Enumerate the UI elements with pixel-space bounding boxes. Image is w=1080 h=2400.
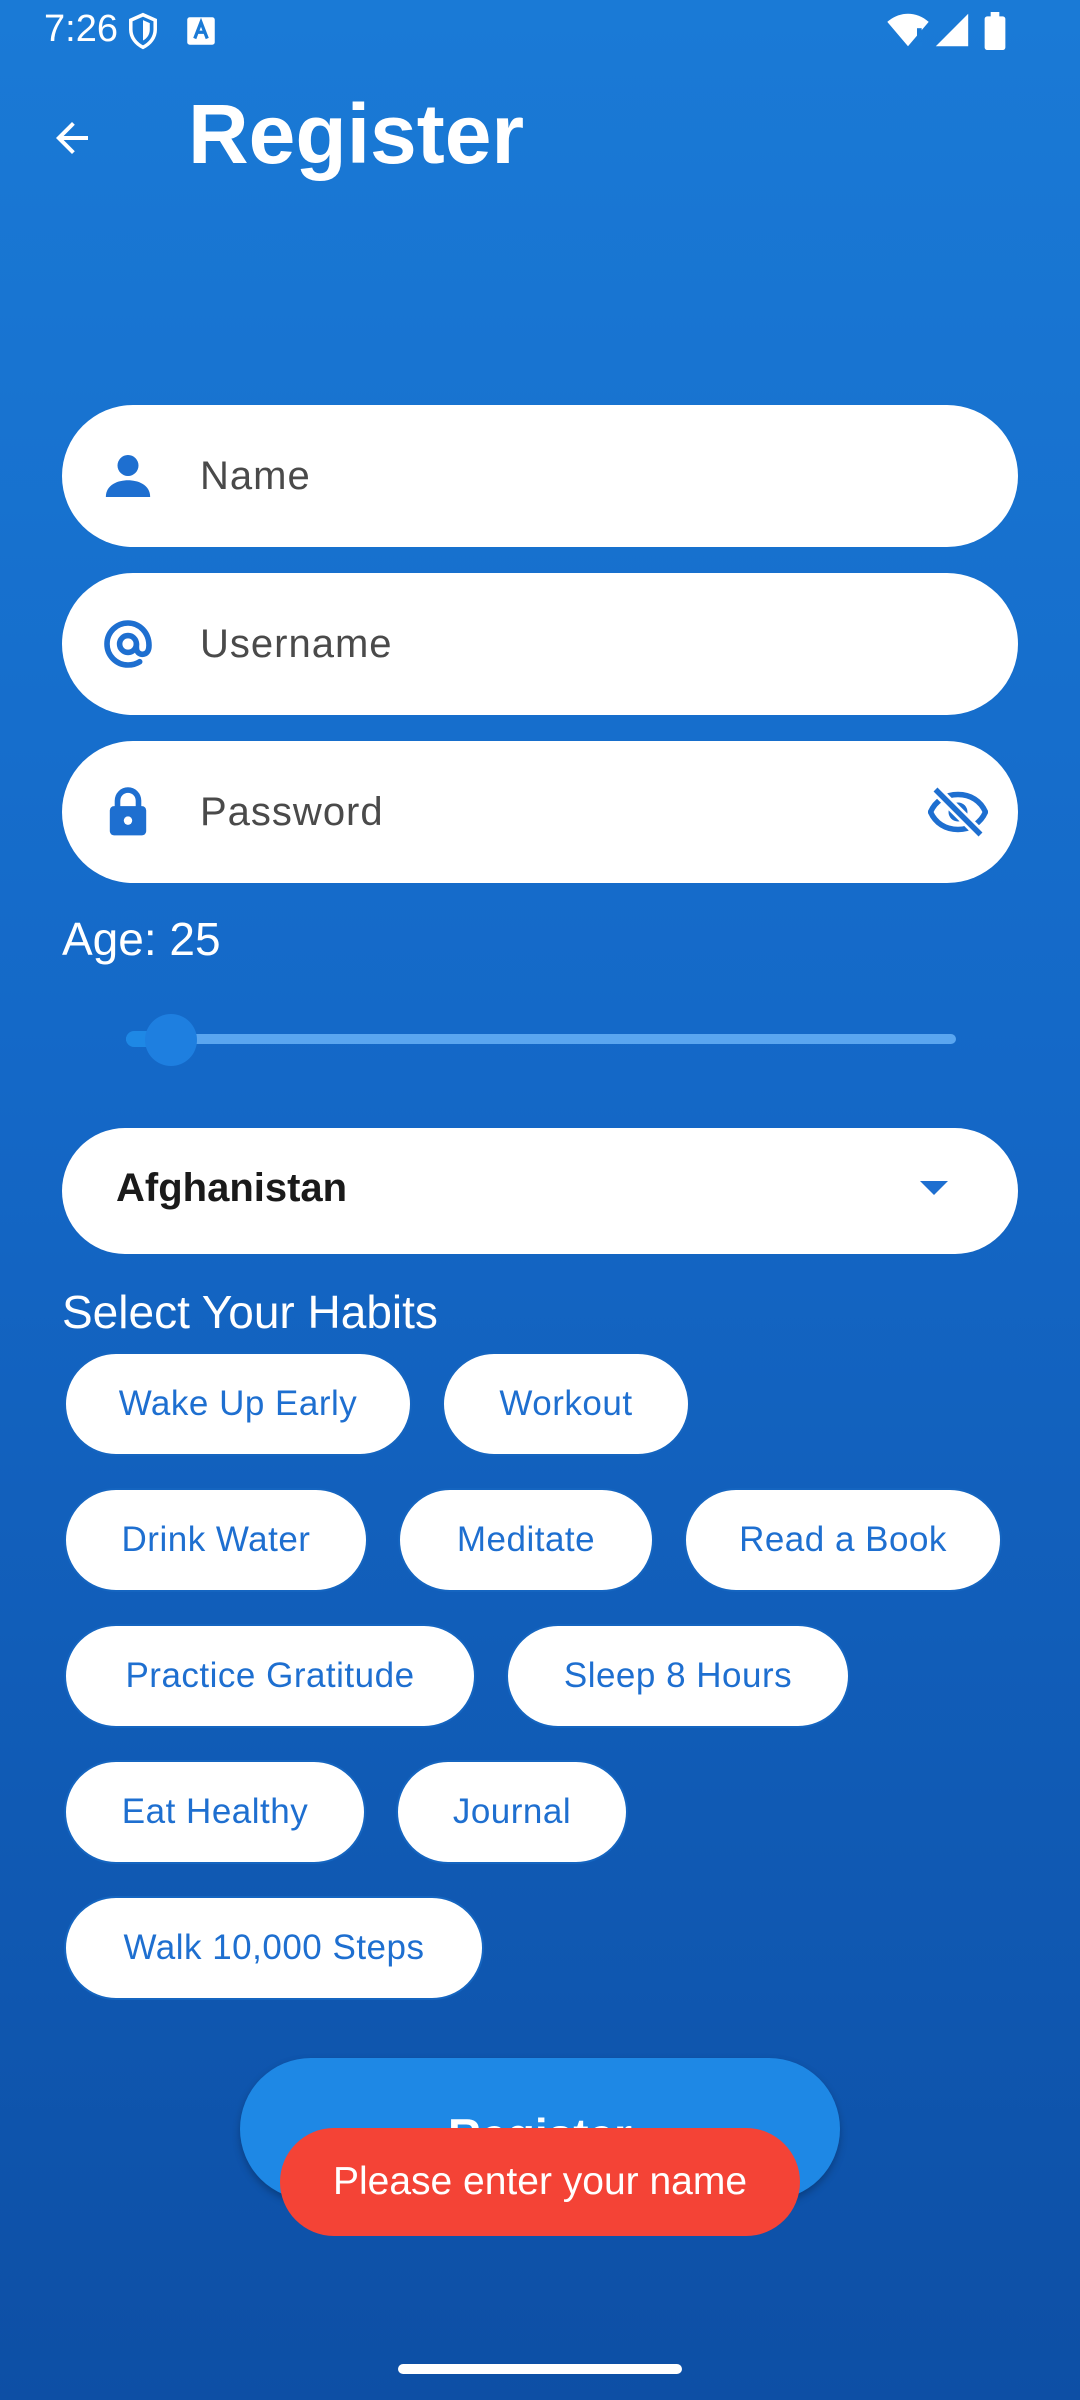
back-button[interactable] — [34, 100, 110, 176]
habit-chip[interactable]: Drink Water — [64, 1488, 368, 1592]
country-dropdown[interactable]: Afghanistan — [62, 1128, 1018, 1254]
habit-chip[interactable]: Eat Healthy — [64, 1760, 366, 1864]
name-input[interactable] — [200, 405, 960, 547]
page-title: Register — [188, 87, 525, 181]
password-input[interactable] — [200, 741, 960, 883]
battery-icon — [984, 12, 1006, 50]
age-label: Age: 25 — [62, 913, 221, 965]
habit-chip[interactable]: Sleep 8 Hours — [506, 1624, 850, 1728]
arrow-back-icon — [56, 122, 88, 154]
at-icon — [104, 620, 152, 668]
habit-chip[interactable]: Wake Up Early — [64, 1352, 412, 1456]
status-time: 7:26 — [44, 8, 118, 50]
habit-chip[interactable]: Meditate — [398, 1488, 654, 1592]
habit-chip[interactable]: Workout — [442, 1352, 690, 1456]
habits-title: Select Your Habits — [62, 1286, 438, 1338]
font-icon — [187, 17, 215, 45]
shield-icon — [129, 12, 157, 50]
username-input[interactable] — [200, 573, 960, 715]
signal-icon — [935, 13, 969, 47]
dropdown-arrow-icon — [920, 1181, 948, 1195]
password-field[interactable] — [62, 741, 1018, 883]
lock-icon — [109, 787, 147, 836]
habit-chip[interactable]: Read a Book — [684, 1488, 1002, 1592]
app-bar: Register — [0, 62, 1080, 212]
wifi-icon — [887, 13, 929, 47]
toast-message: Please enter your name — [280, 2128, 800, 2236]
status-bar: 7:26 — [0, 0, 1080, 62]
habit-chip[interactable]: Practice Gratitude — [64, 1624, 476, 1728]
person-icon — [105, 455, 151, 497]
country-value: Afghanistan — [116, 1166, 348, 1210]
username-field[interactable] — [62, 573, 1018, 715]
age-slider[interactable] — [126, 1010, 956, 1070]
slider-track — [126, 1034, 956, 1044]
habit-chip[interactable]: Journal — [396, 1760, 628, 1864]
slider-thumb[interactable] — [145, 1014, 197, 1066]
visibility-off-icon[interactable] — [928, 782, 988, 842]
gesture-nav-handle[interactable] — [398, 2364, 682, 2374]
name-field[interactable] — [62, 405, 1018, 547]
habit-chip[interactable]: Walk 10,000 Steps — [64, 1896, 484, 2000]
